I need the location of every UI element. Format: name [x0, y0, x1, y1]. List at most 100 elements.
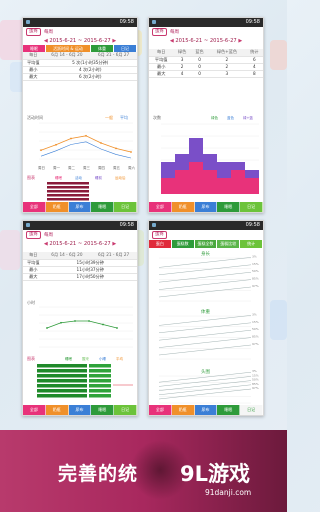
app-icon [26, 223, 30, 227]
tab-diary[interactable]: 日记 [114, 45, 137, 52]
growth-tabs: 蛋白 蛋糕数 蛋糕全数 蛋糕比较 统计 [149, 240, 263, 248]
sleep-bar-chart: 图表 睡眠 活动 睡前 运动后 [27, 174, 126, 201]
nav-all[interactable]: 全部 [149, 405, 172, 415]
y-axis-label: 次数 [153, 114, 161, 120]
next-arrow-icon[interactable]: ▶ [112, 38, 116, 44]
nav-diary[interactable]: 日记 [240, 202, 263, 212]
nav-all[interactable]: 全部 [149, 202, 172, 212]
data-point [40, 149, 42, 152]
tab-total[interactable]: 蛋糕全数 [194, 240, 218, 248]
nav-diary[interactable]: 日记 [114, 202, 137, 212]
data-point [115, 147, 117, 150]
growth-chart-weight: 体重 97% 85% 50% 15% 3% [158, 308, 259, 360]
data-point [70, 137, 72, 140]
cell: 2 [208, 56, 246, 64]
nav-diaper[interactable]: 尿布 [194, 405, 218, 415]
next-arrow-icon[interactable]: ▶ [112, 241, 116, 247]
nav-all[interactable]: 全部 [23, 405, 46, 415]
legend-entry: 蓝色 [227, 115, 234, 120]
tab-count[interactable]: 蛋糕数 [171, 240, 195, 248]
status-time: 09:58 [245, 222, 260, 228]
chart-title: 图表 [27, 355, 35, 361]
back-button[interactable]: 蛋疼 [152, 28, 167, 36]
bar-pink [161, 178, 175, 194]
row-label: 平均值 [149, 56, 174, 64]
nav-diary[interactable]: 日记 [240, 405, 263, 415]
row-value: 5 次(1小时35分钟) [43, 59, 137, 67]
prev-arrow-icon[interactable]: ◀ [170, 38, 174, 44]
back-button[interactable]: 蛋疼 [26, 231, 41, 239]
percentile-label: 15% [252, 373, 259, 377]
data-point [100, 142, 102, 144]
stats-table: 每日 6月 14 - 6月 20 6月 21 - 6月 27 平均值 5 次(1小时3… [23, 52, 137, 81]
app-icon [152, 20, 156, 24]
nav-sleep[interactable]: 睡眠 [217, 405, 241, 415]
bar-pink [203, 170, 217, 194]
date-range[interactable]: ◀ 2015-6-21 ~ 2015-6-27 ▶ [23, 240, 137, 248]
tab-stats[interactable]: 统计 [240, 240, 263, 248]
category-tabs: 睡眠 活跃时间 & 运动 体重 日记 [23, 45, 137, 52]
nav-bottle[interactable]: 奶瓶 [45, 202, 69, 212]
nav-bottle[interactable]: 奶瓶 [171, 202, 195, 212]
bottom-nav: 全部 奶瓶 尿布 睡眠 日记 [23, 405, 137, 415]
sleep-bar [47, 190, 89, 193]
cell: 2 [208, 63, 246, 71]
cell: 0 [190, 63, 209, 71]
nav-diaper[interactable]: 尿布 [68, 202, 92, 212]
legend-entry: 运动后 [115, 175, 126, 180]
nav-diaper[interactable]: 尿布 [194, 202, 218, 212]
percentile-label: 50% [252, 327, 259, 331]
row-label: 最大 [149, 70, 174, 78]
date-range[interactable]: ◀ 2015-6-21 ~ 2015-6-27 ▶ [149, 37, 263, 45]
nav-all[interactable]: 全部 [23, 202, 46, 212]
sleep-bar [37, 384, 87, 388]
cell: 0 [190, 56, 209, 64]
back-button[interactable]: 蛋疼 [26, 28, 41, 36]
percentile-label: 3% [252, 254, 257, 258]
nav-bottle[interactable]: 奶瓶 [45, 405, 69, 415]
chart-title: 图表 [27, 174, 35, 180]
nav-bottle[interactable]: 奶瓶 [171, 405, 195, 415]
nav-sleep[interactable]: 睡眠 [91, 202, 115, 212]
row-label: 最小 [23, 66, 44, 74]
sleep-bar [89, 379, 111, 383]
data-point [74, 320, 76, 322]
nav-diaper[interactable]: 尿布 [68, 405, 92, 415]
col-header: 绿色 [173, 49, 191, 57]
row-label: 最小 [149, 63, 174, 71]
chart-title: 身长 [201, 250, 210, 257]
data-point [46, 327, 48, 329]
sleep-bar [37, 364, 87, 368]
x-tick-label: 周三 [83, 165, 90, 170]
bar-purple [203, 154, 217, 170]
tab-sleep[interactable]: 睡眠 [23, 45, 46, 52]
next-arrow-icon[interactable]: ▶ [238, 38, 242, 44]
tab-protein[interactable]: 蛋白 [149, 240, 172, 248]
period-label[interactable]: 每周 [44, 29, 53, 35]
nav-sleep[interactable]: 睡眠 [217, 202, 241, 212]
row-value: 17小时50分钟 [43, 273, 137, 281]
tab-activity[interactable]: 活跃时间 & 运动 [46, 45, 91, 52]
nav-diary[interactable]: 日记 [114, 405, 137, 415]
sleep-bar [89, 374, 111, 378]
cell: 3 [208, 70, 246, 78]
stats-table: 每日 绿色 蓝色 绿色+蓝色 统计 平均值 3 0 2 6 最小 2 0 2 4 最大 4 0 3 8 [149, 49, 263, 78]
tab-compare[interactable]: 蛋糕比较 [217, 240, 241, 248]
data-point [85, 134, 87, 137]
sleep-bar [37, 374, 87, 378]
percentile-label: 97% [252, 386, 259, 390]
chart-title: 体重 [201, 308, 210, 315]
col-header: 6月 21 - 6月 27 [90, 52, 137, 60]
tab-weight[interactable]: 体重 [91, 45, 114, 52]
prev-arrow-icon[interactable]: ◀ [44, 241, 48, 247]
percentile-label: 85% [252, 277, 259, 281]
prev-arrow-icon[interactable]: ◀ [44, 38, 48, 44]
nav-sleep[interactable]: 睡眠 [91, 405, 115, 415]
chart-title: 头围 [201, 368, 210, 375]
back-button[interactable]: 蛋疼 [152, 231, 167, 239]
period-label[interactable]: 每周 [44, 232, 53, 238]
period-label[interactable]: 每周 [170, 29, 179, 35]
date-range[interactable]: ◀ 2015-6-21 ~ 2015-6-27 ▶ [23, 37, 137, 45]
sleep-bar [47, 186, 89, 189]
background-tile [270, 300, 287, 340]
